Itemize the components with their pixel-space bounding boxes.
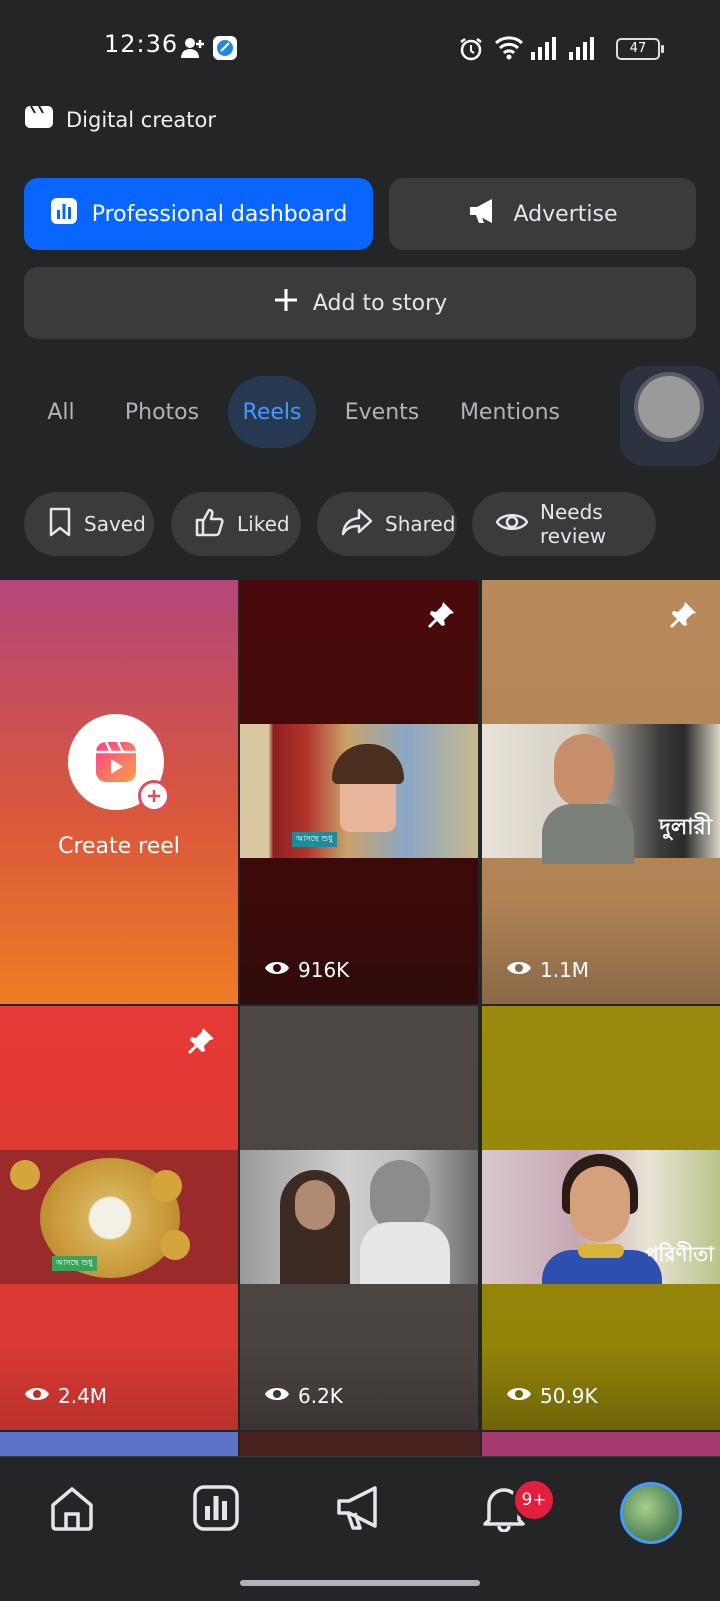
eye-icon	[264, 1384, 290, 1408]
signal-icon-2	[568, 36, 596, 64]
view-count-value: 916K	[298, 958, 350, 982]
profile-avatar[interactable]	[620, 1482, 682, 1544]
notifications-badge: 9+	[512, 1478, 556, 1522]
add-friend-icon	[180, 36, 206, 64]
bookmark-icon	[48, 507, 72, 542]
view-count-value: 6.2K	[298, 1384, 343, 1408]
account-type-label: Digital creator	[24, 104, 216, 135]
home-icon	[48, 1484, 96, 1536]
add-to-story-button[interactable]: Add to story	[24, 267, 696, 339]
reel-thumbnail: আসছে শুধু	[0, 1150, 238, 1284]
tab-events-label: Events	[344, 399, 420, 425]
megaphone-icon	[335, 1484, 385, 1536]
thumbs-up-icon	[195, 507, 225, 542]
eye-icon	[495, 510, 529, 539]
tab-photos[interactable]: Photos	[116, 376, 208, 448]
signal-icon	[530, 36, 558, 64]
pin-icon	[668, 600, 698, 634]
reel-tile[interactable]: 6.2K	[240, 1006, 478, 1430]
reel-tile-partial[interactable]	[482, 1432, 720, 1456]
plus-badge-icon	[138, 780, 170, 812]
ads-tab[interactable]	[330, 1480, 390, 1540]
battery-indicator: 47	[616, 38, 664, 60]
reel-tile[interactable]: পরিণীতা 50.9K	[482, 1006, 720, 1430]
reel-tile[interactable]: দুলারী 1.1M	[482, 580, 720, 1004]
create-reel-label: Create reel	[58, 834, 180, 859]
create-reel-tile[interactable]: Create reel	[0, 580, 238, 1004]
reel-tile-partial[interactable]	[0, 1432, 238, 1456]
reel-caption: পরিণীতা	[645, 1242, 714, 1266]
view-count-value: 2.4M	[58, 1384, 108, 1408]
reel-caption: আসছে শুধু	[292, 832, 337, 847]
account-type-text: Digital creator	[66, 107, 217, 132]
reel-caption: দুলারী	[659, 815, 712, 840]
pin-icon	[426, 600, 456, 634]
filter-shared-label: Shared	[385, 512, 456, 536]
add-to-story-label: Add to story	[312, 290, 448, 316]
tab-all[interactable]: All	[30, 376, 92, 448]
eye-icon	[506, 958, 532, 982]
eye-icon	[506, 1384, 532, 1408]
alarm-icon	[458, 36, 484, 66]
floating-assist-knob	[634, 372, 704, 442]
eye-icon	[264, 958, 290, 982]
app-notification-icon	[213, 36, 237, 60]
filter-liked-label: Liked	[237, 512, 290, 536]
tab-reels[interactable]: Reels	[228, 376, 316, 448]
reel-thumbnail: দুলারী	[482, 724, 720, 864]
pin-icon	[186, 1026, 216, 1060]
home-indicator	[240, 1580, 480, 1586]
tab-events[interactable]: Events	[334, 376, 430, 448]
tab-photos-label: Photos	[124, 399, 200, 425]
view-count: 2.4M	[24, 1384, 107, 1408]
wifi-icon	[494, 34, 524, 64]
filter-saved-label: Saved	[84, 512, 146, 536]
tab-mentions[interactable]: Mentions	[450, 376, 570, 448]
professional-dashboard-button[interactable]: Professional dashboard	[24, 178, 373, 250]
reel-tile[interactable]: আসছে শুধু 2.4M	[0, 1006, 238, 1430]
view-count: 50.9K	[506, 1384, 598, 1408]
reel-tile[interactable]: আসছে শুধু 916K	[240, 580, 478, 1004]
reel-tile-partial[interactable]	[240, 1432, 480, 1456]
eye-icon	[24, 1384, 50, 1408]
view-count: 916K	[264, 958, 349, 982]
view-count-value: 1.1M	[540, 958, 590, 982]
filter-saved[interactable]: Saved	[24, 492, 154, 556]
view-count-value: 50.9K	[540, 1384, 598, 1408]
dashboard-icon	[50, 197, 78, 231]
tab-all-label: All	[47, 399, 75, 425]
reel-thumbnail: আসছে শুধু	[240, 724, 478, 858]
view-count: 1.1M	[506, 958, 589, 982]
advertise-label: Advertise	[513, 201, 618, 227]
view-count: 6.2K	[264, 1384, 343, 1408]
reel-thumbnail	[240, 1150, 478, 1284]
filter-liked[interactable]: Liked	[171, 492, 301, 556]
dashboard-icon	[192, 1484, 240, 1536]
home-tab[interactable]	[42, 1480, 102, 1540]
clapperboard-icon	[24, 104, 54, 135]
professional-dashboard-label: Professional dashboard	[91, 201, 348, 227]
plus-icon	[273, 287, 299, 319]
filter-needs-review-label: Needs review	[540, 500, 607, 548]
reel-thumbnail: পরিণীতা	[482, 1150, 720, 1284]
filter-needs-review[interactable]: Needs review	[472, 492, 656, 556]
dashboard-tab[interactable]	[186, 1480, 246, 1540]
tab-mentions-label: Mentions	[459, 399, 561, 425]
tab-reels-label: Reels	[242, 399, 302, 425]
reel-caption: আসছে শুধু	[52, 1256, 97, 1271]
advertise-button[interactable]: Advertise	[389, 178, 696, 250]
share-icon	[341, 508, 373, 541]
megaphone-icon	[468, 197, 500, 231]
status-time: 12:36	[104, 30, 179, 58]
filter-shared[interactable]: Shared	[317, 492, 457, 556]
status-bar: 12:36 47	[0, 0, 720, 96]
